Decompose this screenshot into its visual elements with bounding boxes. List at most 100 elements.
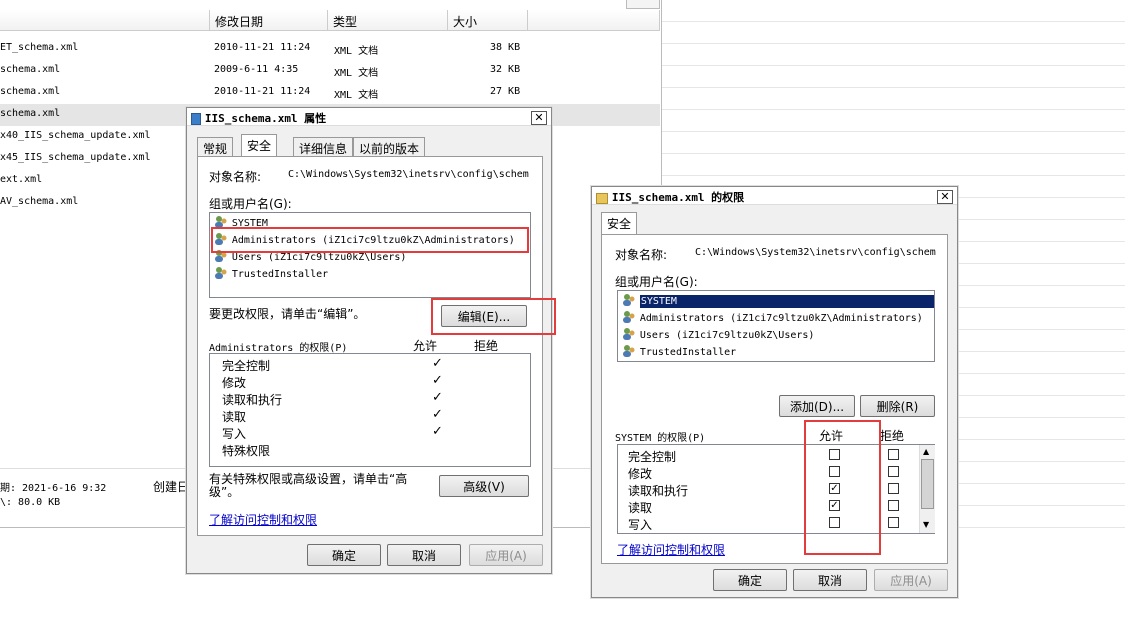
- permissions-panel: 对象名称: C:\Windows\System32\inetsrv\config…: [601, 234, 948, 564]
- scroll-up-icon[interactable]: ▲: [923, 447, 929, 456]
- xml-file-icon: [191, 113, 201, 125]
- remove-button-label: 删除(R): [876, 400, 919, 414]
- permissions-dialog: IIS_schema.xml 的权限 ✕ 安全 对象名称: C:\Windows…: [591, 186, 958, 598]
- file-date: 2009-6-11 4:35: [214, 64, 299, 75]
- file-name: AV_schema.xml: [0, 196, 79, 207]
- user-name: Administrators (iZ1ci7c9ltzu0kZ\Administ…: [639, 313, 923, 324]
- user-name: Users (iZ1ci7c9ltzu0kZ\Users): [639, 330, 815, 341]
- tab-general[interactable]: 常规: [197, 137, 234, 157]
- access-control-link[interactable]: 了解访问控制和权限: [209, 511, 317, 528]
- tab-general-label: 常规: [203, 142, 228, 156]
- scrollbar-thumb[interactable]: [921, 459, 934, 509]
- file-size: 27 KB: [490, 86, 521, 97]
- access-control-link[interactable]: 了解访问控制和权限: [617, 541, 725, 558]
- cancel-button[interactable]: 取消: [793, 569, 867, 591]
- close-icon[interactable]: ✕: [531, 111, 547, 125]
- column-header-name[interactable]: [0, 10, 210, 31]
- tab-security-label: 安全: [607, 217, 632, 231]
- scroll-down-icon[interactable]: ▼: [923, 520, 929, 529]
- permission-name: 完全控制: [628, 450, 677, 464]
- user-name: TrustedInstaller: [639, 347, 737, 358]
- scrollbar[interactable]: ▲ ▼: [919, 445, 935, 533]
- deny-checkbox[interactable]: [888, 517, 899, 528]
- file-name: schema.xml: [0, 86, 61, 97]
- user-group-icon: [623, 345, 635, 357]
- tab-details[interactable]: 详细信息: [293, 137, 354, 157]
- column-header-extra[interactable]: [528, 10, 660, 31]
- file-name: ET_schema.xml: [0, 42, 79, 53]
- highlight-annotation: [211, 227, 529, 253]
- file-type: XML 文档: [334, 46, 379, 57]
- permission-name: 特殊权限: [222, 444, 271, 458]
- allow-column-header: 允许: [413, 339, 438, 353]
- column-header-modified[interactable]: 修改日期: [210, 10, 328, 31]
- remove-button[interactable]: 删除(R): [860, 395, 935, 417]
- list-item[interactable]: TrustedInstaller: [214, 266, 328, 282]
- file-name: x40_IIS_schema_update.xml: [0, 130, 151, 141]
- properties-titlebar[interactable]: IIS_schema.xml 属性: [187, 108, 551, 126]
- tab-details-label: 详细信息: [299, 142, 348, 156]
- file-name: schema.xml: [0, 108, 61, 119]
- user-list[interactable]: SYSTEM Administrators (iZ1ci7c9ltzu0kZ\A…: [617, 290, 935, 362]
- close-icon[interactable]: ✕: [937, 190, 953, 204]
- cancel-button-label: 取消: [817, 574, 842, 588]
- deny-checkbox[interactable]: [888, 500, 899, 511]
- group-label: 组或用户名(G):: [615, 275, 698, 289]
- file-row[interactable]: schema.xml 2010-11-21 11:24 XML 文档 27 KB: [0, 82, 660, 104]
- tab-security[interactable]: 安全: [601, 212, 638, 235]
- file-row[interactable]: schema.xml 2009-6-11 4:35 XML 文档 32 KB: [0, 60, 660, 82]
- file-name: schema.xml: [0, 64, 61, 75]
- highlight-annotation: [804, 420, 881, 555]
- deny-checkbox[interactable]: [888, 466, 899, 477]
- apply-button-label: 应用(A): [485, 549, 527, 563]
- scroll-stub: [626, 0, 660, 9]
- deny-column-header: 拒绝: [474, 339, 499, 353]
- add-button-label: 添加(D)...: [789, 400, 845, 414]
- permission-name: 读取: [222, 410, 247, 424]
- column-header-size[interactable]: 大小: [448, 10, 528, 31]
- list-item-selected[interactable]: SYSTEM: [622, 293, 934, 309]
- object-name-label: 对象名称:: [209, 170, 262, 184]
- ok-button[interactable]: 确定: [713, 569, 787, 591]
- deny-column-header: 拒绝: [880, 429, 905, 443]
- permissions-header: Administrators 的权限(P): [209, 343, 348, 354]
- column-header-type[interactable]: 类型: [328, 10, 448, 31]
- cancel-button-label: 取消: [411, 549, 436, 563]
- column-header-type-label: 类型: [333, 15, 358, 29]
- file-date: 2010-11-21 11:24: [214, 86, 311, 97]
- permission-name: 读取和执行: [628, 484, 689, 498]
- ok-button[interactable]: 确定: [307, 544, 381, 566]
- allow-check-mark: ✓: [432, 424, 443, 439]
- file-row[interactable]: ET_schema.xml 2010-11-21 11:24 XML 文档 38…: [0, 38, 660, 60]
- details-modified: 期: 2021-6-16 9:32: [0, 483, 107, 494]
- apply-button-label: 应用(A): [890, 574, 932, 588]
- file-type: XML 文档: [334, 68, 379, 79]
- group-label: 组或用户名(G):: [209, 197, 292, 211]
- tab-security[interactable]: 安全: [241, 134, 278, 157]
- user-name: Users (iZ1ci7c9ltzu0kZ\Users): [231, 252, 407, 263]
- tab-previous-versions[interactable]: 以前的版本: [353, 137, 426, 157]
- user-name: SYSTEM: [639, 295, 934, 308]
- permissions-titlebar[interactable]: IIS_schema.xml 的权限: [592, 187, 957, 205]
- list-item[interactable]: Administrators (iZ1ci7c9ltzu0kZ\Administ…: [622, 310, 923, 326]
- deny-checkbox[interactable]: [888, 483, 899, 494]
- advanced-hint: 有关特殊权限或高级设置，请单击“高级”。: [209, 472, 408, 499]
- allow-check-mark: ✓: [432, 356, 443, 371]
- permissions-title: IIS_schema.xml 的权限: [611, 191, 745, 204]
- deny-checkbox[interactable]: [888, 449, 899, 460]
- advanced-button[interactable]: 高级(V): [439, 475, 529, 497]
- cancel-button[interactable]: 取消: [387, 544, 461, 566]
- add-button[interactable]: 添加(D)...: [779, 395, 855, 417]
- permission-name: 写入: [628, 518, 653, 532]
- user-name: TrustedInstaller: [231, 269, 329, 280]
- apply-button[interactable]: 应用(A): [874, 569, 948, 591]
- user-list[interactable]: SYSTEM Administrators (iZ1ci7c9ltzu0kZ\A…: [209, 212, 531, 298]
- list-item[interactable]: Users (iZ1ci7c9ltzu0kZ\Users): [622, 327, 814, 343]
- object-name-value: C:\Windows\System32\inetsrv\config\schem: [695, 247, 936, 258]
- apply-button[interactable]: 应用(A): [469, 544, 543, 566]
- list-item[interactable]: TrustedInstaller: [622, 344, 736, 360]
- file-date: 2010-11-21 11:24: [214, 42, 311, 53]
- user-group-icon: [623, 328, 635, 340]
- properties-title: IIS_schema.xml 属性: [204, 112, 327, 125]
- file-type: XML 文档: [334, 90, 379, 101]
